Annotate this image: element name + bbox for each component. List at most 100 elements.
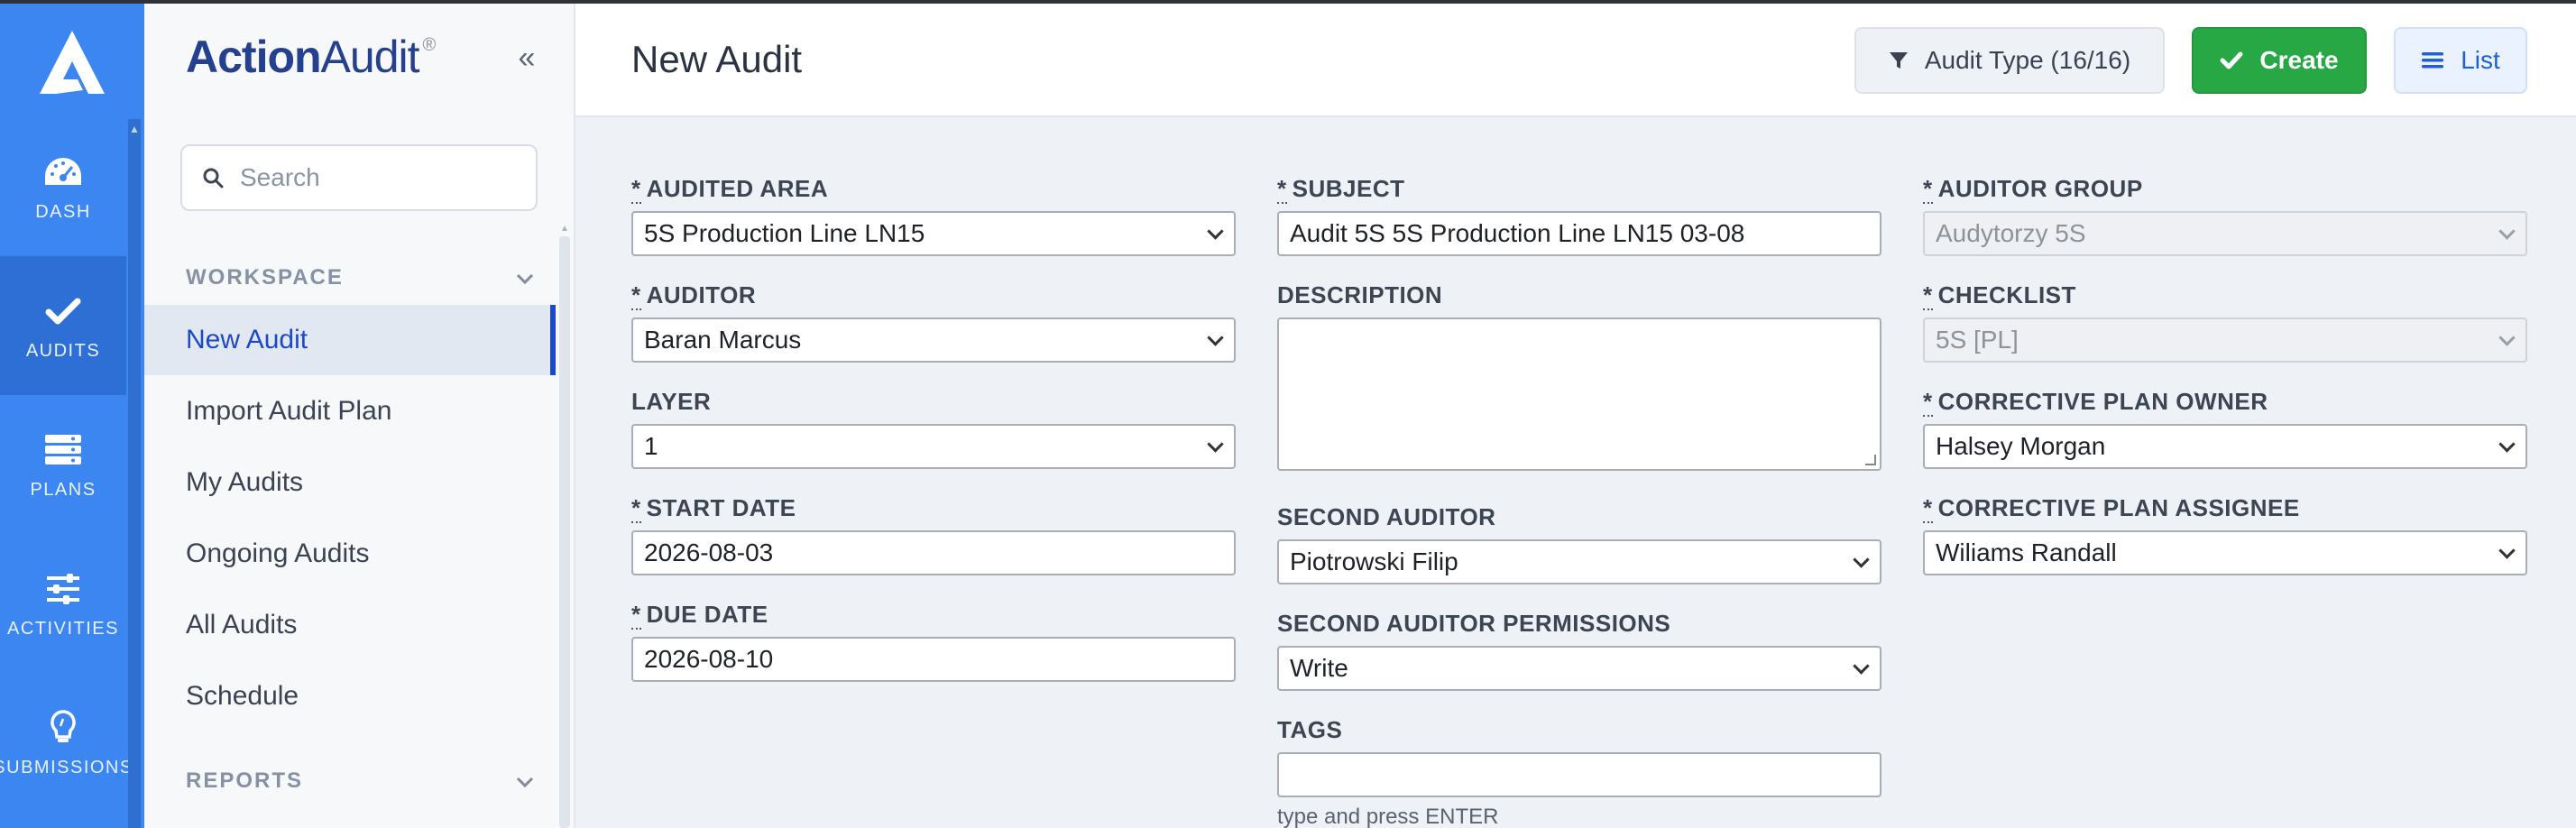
sidebar-item-label: Ongoing Audits xyxy=(186,538,370,568)
audited-area-value: 5S Production Line LN15 xyxy=(644,219,925,247)
checklist-value: 5S [PL] xyxy=(1936,326,2019,354)
auditor-select[interactable]: Baran Marcus xyxy=(631,317,1236,363)
required-mark: * xyxy=(1923,175,1933,204)
auditor-group-label: * AUDITOR GROUP xyxy=(1923,175,2527,204)
required-mark: * xyxy=(1923,494,1933,523)
chevron-down-icon xyxy=(516,769,534,793)
layer-select[interactable]: 1 xyxy=(631,424,1236,469)
rail-item-label: PLANS xyxy=(30,479,97,500)
rail-item-label: SUBMISSIONS xyxy=(0,757,133,777)
tags-field: TAGS type and press ENTER xyxy=(1277,716,1881,828)
layer-label: LAYER xyxy=(631,388,712,415)
dashboard-gauge-icon xyxy=(42,152,84,193)
rail-scroll-up-icon[interactable]: ▲ xyxy=(128,123,141,135)
subject-value: Audit 5S 5S Production Line LN15 03-08 xyxy=(1290,219,1745,247)
auditor-group-select: Audytorzy 5S xyxy=(1923,211,2527,256)
rail-item-plans[interactable]: PLANS xyxy=(0,395,126,534)
rail-item-audits[interactable]: AUDITS xyxy=(0,256,126,395)
auditor-label: * AUDITOR xyxy=(631,281,1236,310)
subject-input[interactable]: Audit 5S 5S Production Line LN15 03-08 xyxy=(1277,211,1881,256)
description-textarea[interactable] xyxy=(1277,317,1881,471)
required-mark: * xyxy=(1923,388,1933,417)
rail-item-dash[interactable]: DASH xyxy=(0,117,126,256)
sidebar-item-ongoing-audits[interactable]: Ongoing Audits xyxy=(144,519,556,589)
list-lines-icon xyxy=(2422,52,2444,69)
section-reports-label: REPORTS xyxy=(186,768,304,793)
tags-input[interactable] xyxy=(1277,752,1881,797)
checklist-label: * CHECKLIST xyxy=(1923,281,2527,310)
audited-area-select[interactable]: 5S Production Line LN15 xyxy=(631,211,1236,256)
second-auditor-field: SECOND AUDITOR Piotrowski Filip xyxy=(1277,503,1881,584)
corrective-plan-assignee-label: * CORRECTIVE PLAN ASSIGNEE xyxy=(1923,494,2527,523)
start-date-value: 2026-08-03 xyxy=(644,538,774,566)
sidebar-scroll-up-icon[interactable]: ▲ xyxy=(559,224,570,235)
resize-handle-icon[interactable] xyxy=(1865,455,1876,465)
sliders-icon xyxy=(42,568,84,610)
corrective-plan-owner-select[interactable]: Halsey Morgan xyxy=(1923,424,2527,469)
lightbulb-icon xyxy=(42,707,84,749)
auditor-value: Baran Marcus xyxy=(644,326,802,354)
subject-label-text: SUBJECT xyxy=(1292,175,1405,202)
sidebar-item-label: All Audits xyxy=(186,610,298,639)
icon-rail: DASH AUDITS PLANS ACTIVITIES SUBMISSIONS… xyxy=(0,4,144,828)
rail-item-label: DASH xyxy=(35,201,91,222)
sidebar-item-new-audit[interactable]: New Audit xyxy=(144,305,556,375)
sidebar-search[interactable] xyxy=(180,144,538,211)
second-auditor-value: Piotrowski Filip xyxy=(1290,547,1458,575)
due-date-label-text: DUE DATE xyxy=(646,601,768,628)
sidebar-item-all-audits[interactable]: All Audits xyxy=(144,590,556,660)
second-auditor-permissions-label: SECOND AUDITOR PERMISSIONS xyxy=(1277,610,1671,637)
second-auditor-permissions-value: Write xyxy=(1290,654,1348,682)
create-button[interactable]: Create xyxy=(2192,27,2367,94)
page-title: New Audit xyxy=(631,38,803,80)
section-workspace-label: WORKSPACE xyxy=(186,265,344,290)
rail-item-submissions[interactable]: SUBMISSIONS xyxy=(0,673,132,812)
section-workspace[interactable]: WORKSPACE xyxy=(186,260,547,296)
sidebar-item-my-audits[interactable]: My Audits xyxy=(144,447,556,518)
sidebar-item-import-audit-plan[interactable]: Import Audit Plan xyxy=(144,376,556,446)
section-reports[interactable]: REPORTS xyxy=(186,763,547,799)
second-auditor-label: SECOND AUDITOR xyxy=(1277,503,1496,530)
description-label: DESCRIPTION xyxy=(1277,281,1443,308)
second-auditor-select[interactable]: Piotrowski Filip xyxy=(1277,539,1881,584)
due-date-label: * DUE DATE xyxy=(631,601,1236,630)
rail-scrollbar[interactable] xyxy=(128,119,141,828)
required-mark: * xyxy=(631,281,641,310)
rail-item-label: AUDITS xyxy=(25,340,101,361)
required-mark: * xyxy=(631,175,641,204)
corrective-plan-owner-field: * CORRECTIVE PLAN OWNER Halsey Morgan xyxy=(1923,388,2527,469)
audited-area-label-text: AUDITED AREA xyxy=(646,175,829,202)
audit-type-filter-label: Audit Type (16/16) xyxy=(1924,46,2131,74)
start-date-label: * START DATE xyxy=(631,494,1236,523)
subject-label: * SUBJECT xyxy=(1277,175,1881,204)
sidebar-item-label: Import Audit Plan xyxy=(186,396,392,426)
sidebar-item-schedule[interactable]: Schedule xyxy=(144,661,556,731)
audit-type-filter-button[interactable]: Audit Type (16/16) xyxy=(1854,27,2165,94)
sidebar: ActionAudit® « WORKSPACE New Audit Impor… xyxy=(144,4,575,828)
start-date-label-text: START DATE xyxy=(646,494,796,521)
app-logo-icon[interactable] xyxy=(36,29,108,97)
second-auditor-permissions-select[interactable]: Write xyxy=(1277,646,1881,691)
create-button-label: Create xyxy=(2259,46,2339,74)
rail-item-activities[interactable]: ACTIVITIES xyxy=(0,534,126,673)
sidebar-scrollbar[interactable] xyxy=(559,236,570,828)
collapse-sidebar-icon[interactable]: « xyxy=(511,42,543,76)
sidebar-item-label: My Audits xyxy=(186,467,304,497)
brand-name-bold: Action xyxy=(186,32,322,82)
required-mark: * xyxy=(1277,175,1287,204)
corrective-plan-owner-label: * CORRECTIVE PLAN OWNER xyxy=(1923,388,2527,417)
start-date-input[interactable]: 2026-08-03 xyxy=(631,530,1236,575)
corrective-plan-assignee-field: * CORRECTIVE PLAN ASSIGNEE Wiliams Randal… xyxy=(1923,494,2527,575)
subject-field: * SUBJECT Audit 5S 5S Production Line LN1… xyxy=(1277,175,1881,256)
due-date-input[interactable]: 2026-08-10 xyxy=(631,637,1236,682)
audited-area-label: * AUDITED AREA xyxy=(631,175,1236,204)
tags-hint: type and press ENTER xyxy=(1277,805,1499,828)
corrective-plan-owner-value: Halsey Morgan xyxy=(1936,432,2106,460)
corrective-plan-owner-label-text: CORRECTIVE PLAN OWNER xyxy=(1937,388,2268,415)
plans-list-icon xyxy=(42,429,84,471)
list-button[interactable]: List xyxy=(2394,27,2527,94)
corrective-plan-assignee-select[interactable]: Wiliams Randall xyxy=(1923,530,2527,575)
layer-field: LAYER 1 xyxy=(631,388,1236,469)
brand-logo[interactable]: Action Audit ® xyxy=(186,31,436,94)
search-input[interactable] xyxy=(240,163,511,192)
